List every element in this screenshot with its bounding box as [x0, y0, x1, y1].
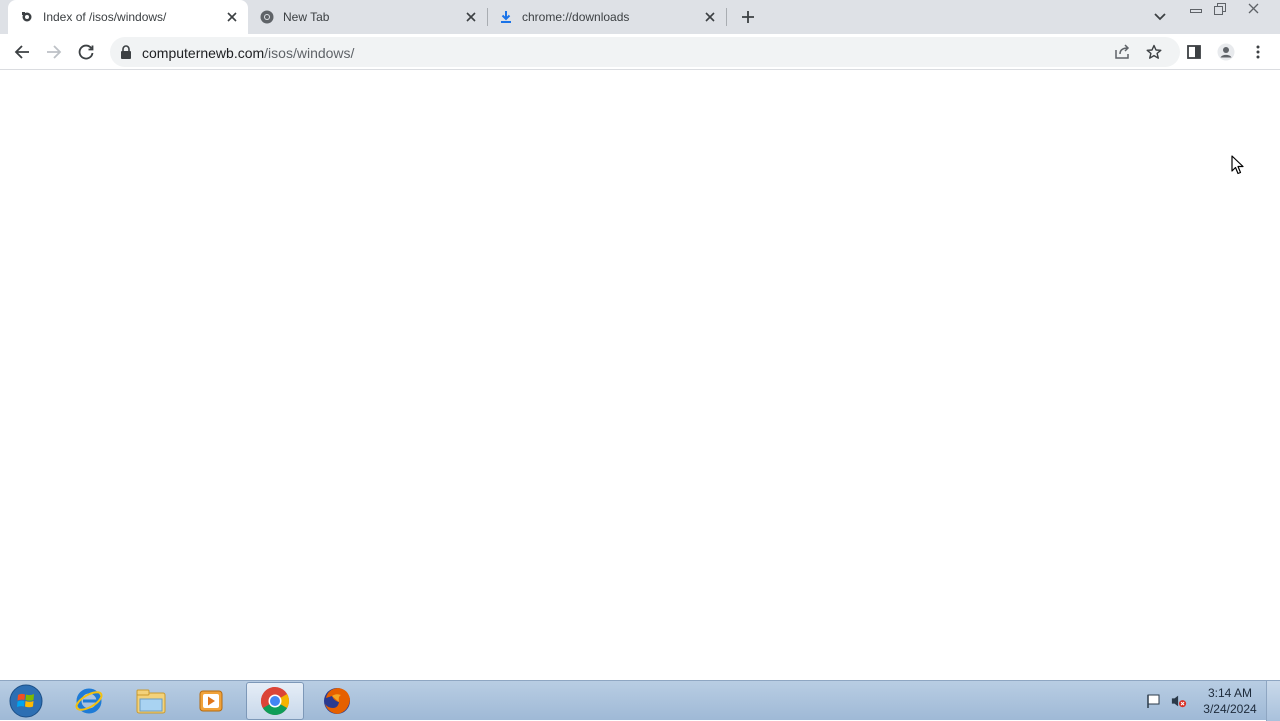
stop-loading-button[interactable] [72, 38, 100, 66]
taskbar: 3:14 AM 3/24/2024 [0, 680, 1280, 721]
chrome-icon [261, 687, 289, 715]
menu-button[interactable] [1244, 38, 1272, 66]
share-icon [1115, 44, 1130, 59]
site-favicon-icon [20, 10, 34, 24]
kebab-menu-icon [1256, 45, 1260, 59]
show-desktop-button[interactable] [1266, 681, 1280, 721]
restore-icon [1214, 2, 1226, 15]
url-text[interactable]: computernewb.com/isos/windows/ [142, 45, 354, 61]
close-window-button[interactable] [1238, 1, 1268, 16]
back-button[interactable] [8, 38, 36, 66]
url-domain: computernewb.com [142, 45, 265, 61]
clock-date: 3/24/2024 [1203, 702, 1257, 716]
chevron-down-icon [1154, 13, 1166, 21]
tab-title: New Tab [283, 10, 330, 24]
address-bar[interactable]: computernewb.com/isos/windows/ [110, 37, 1180, 67]
tab-search-button[interactable] [1150, 8, 1170, 26]
chrome-icon [260, 10, 274, 24]
minimize-icon [1190, 8, 1202, 13]
taskbar-internet-explorer[interactable] [60, 682, 118, 720]
bookmark-button[interactable] [1144, 42, 1164, 62]
volume-muted-tray[interactable] [1171, 693, 1187, 709]
lock-icon[interactable] [120, 45, 132, 59]
plus-icon [742, 11, 754, 23]
avatar-icon [1217, 43, 1235, 61]
speaker-muted-icon [1171, 695, 1187, 708]
media-player-icon [199, 690, 223, 712]
tab-index-of-isos[interactable]: Index of /isos/windows/ [8, 0, 248, 34]
forward-arrow-icon [47, 45, 62, 59]
taskbar-firefox[interactable] [308, 682, 366, 720]
tab-title: Index of /isos/windows/ [43, 10, 167, 24]
share-button[interactable] [1112, 42, 1132, 62]
start-button[interactable] [6, 683, 46, 719]
tab-new-tab[interactable]: New Tab [248, 0, 487, 34]
page-content [0, 71, 1280, 680]
tab-strip: Index of /isos/windows/ New Tab chrome:/… [0, 0, 1280, 34]
close-icon[interactable] [702, 9, 718, 25]
firefox-icon [324, 688, 350, 714]
loading-icon [78, 44, 94, 60]
side-panel-button[interactable] [1180, 38, 1208, 66]
windows-logo-icon [9, 684, 43, 718]
new-tab-button[interactable] [737, 6, 759, 28]
url-path: /isos/windows/ [264, 45, 355, 61]
browser-toolbar: computernewb.com/isos/windows/ [0, 34, 1280, 70]
back-arrow-icon [14, 45, 29, 59]
internet-explorer-icon [75, 688, 103, 714]
action-center-tray[interactable] [1146, 693, 1162, 709]
close-icon[interactable] [463, 9, 479, 25]
close-icon [1248, 3, 1258, 14]
windows-explorer-icon [136, 689, 166, 714]
tab-title: chrome://downloads [522, 10, 630, 24]
restore-button[interactable] [1210, 1, 1230, 16]
side-panel-icon [1187, 45, 1201, 59]
taskbar-windows-explorer[interactable] [122, 682, 180, 720]
minimize-button[interactable] [1186, 1, 1206, 16]
mouse-cursor-icon [1231, 155, 1244, 175]
star-icon [1146, 44, 1162, 59]
close-icon[interactable] [224, 9, 240, 25]
clock-time: 3:14 AM [1207, 686, 1253, 700]
forward-button[interactable] [40, 38, 68, 66]
flag-icon [1147, 694, 1160, 708]
profile-button[interactable] [1212, 38, 1240, 66]
system-clock[interactable]: 3:14 AM 3/24/2024 [1198, 685, 1262, 717]
taskbar-chrome[interactable] [246, 682, 304, 720]
download-icon [499, 10, 513, 24]
tab-downloads[interactable]: chrome://downloads [487, 0, 726, 34]
taskbar-media-player[interactable] [182, 682, 240, 720]
tab-divider [726, 8, 727, 26]
